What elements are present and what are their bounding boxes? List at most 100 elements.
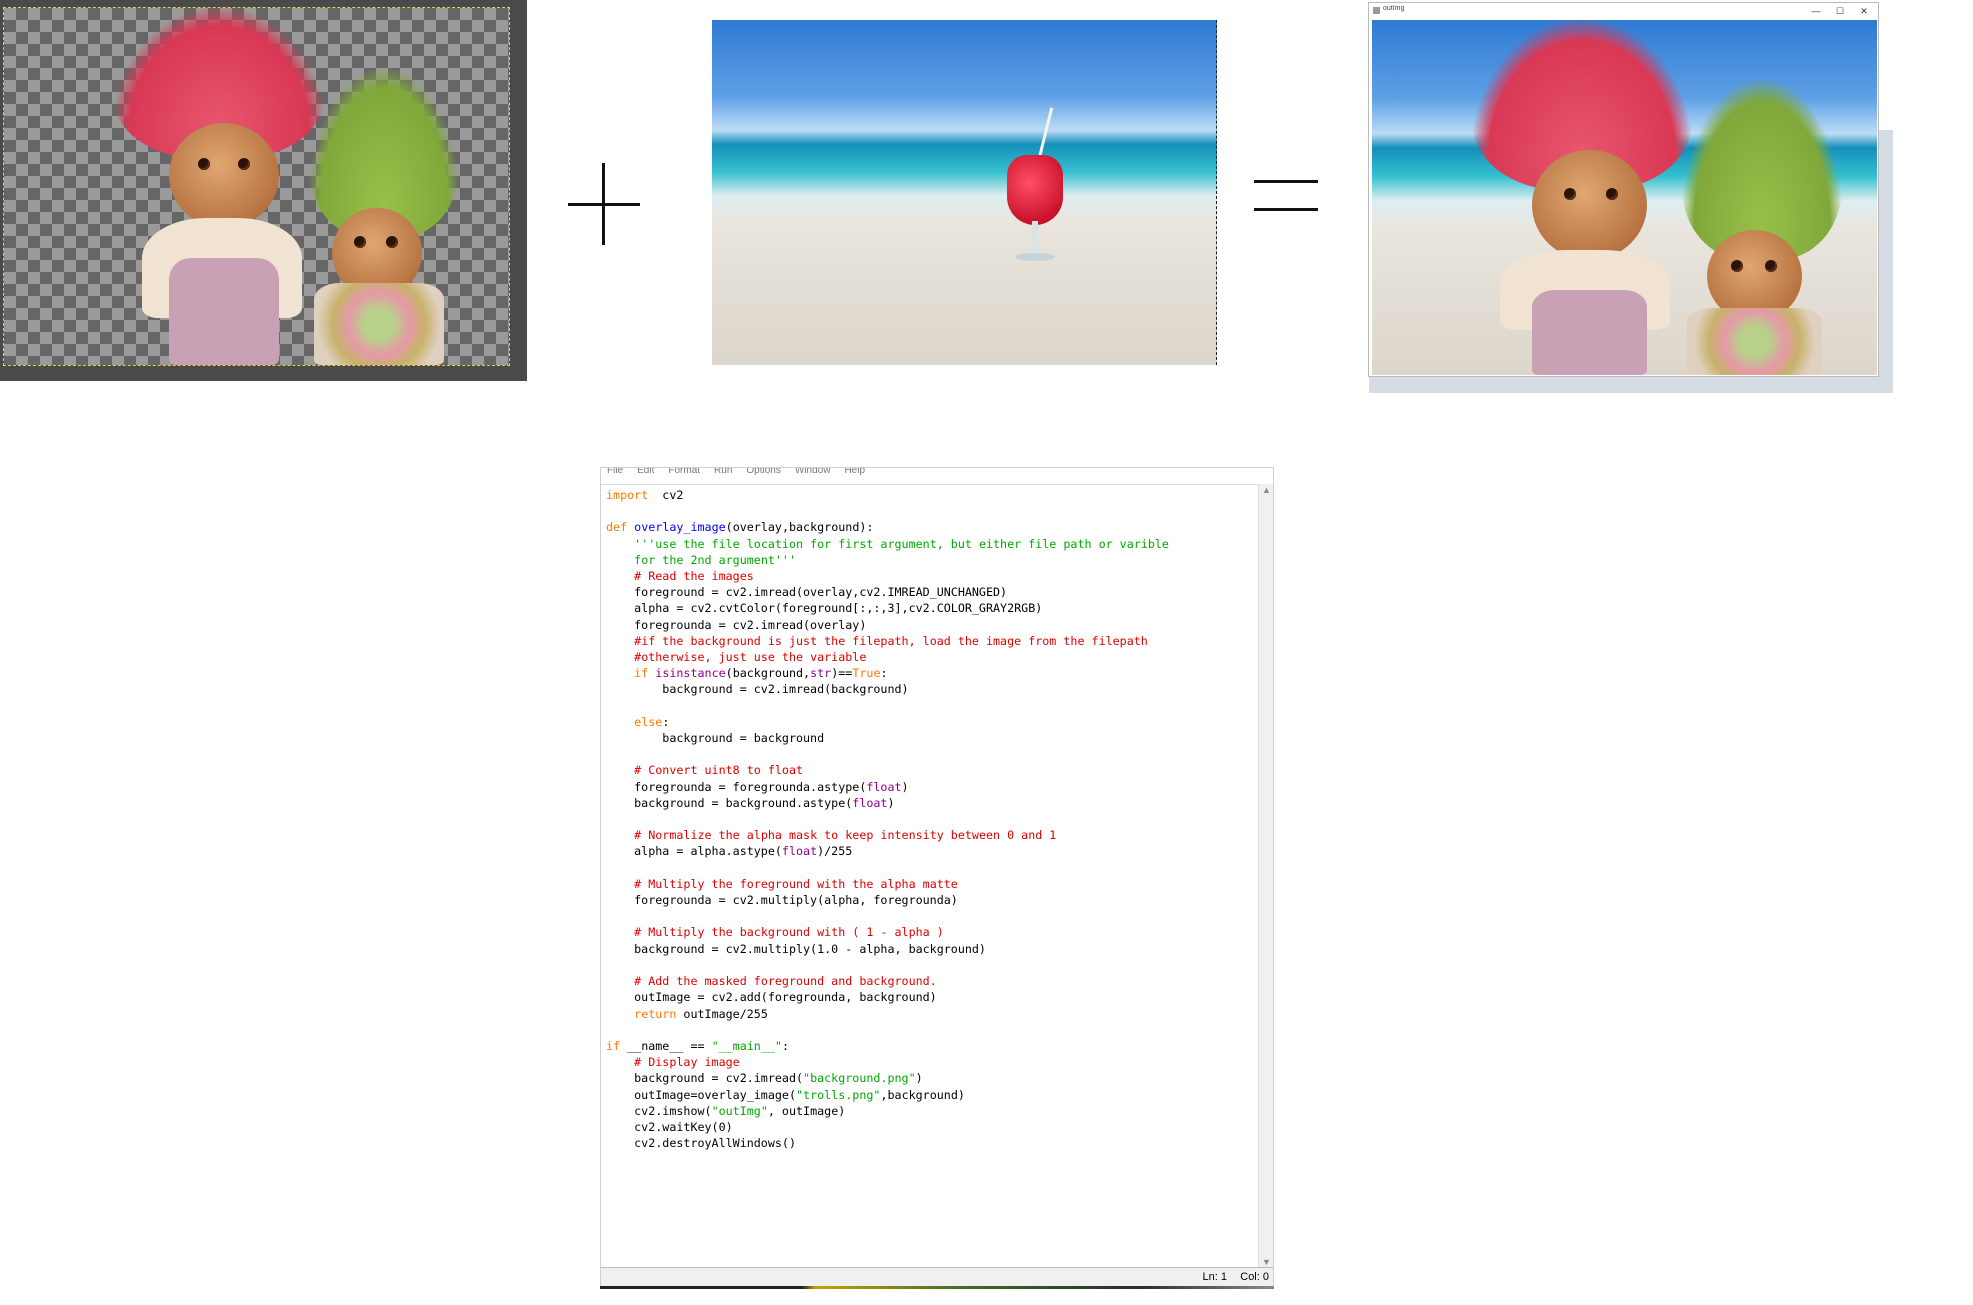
code-token-bi: float xyxy=(852,795,888,810)
code-token-kw: if xyxy=(634,666,649,681)
maximize-button[interactable]: ☐ xyxy=(1828,3,1852,19)
status-bar: Ln: 1 Col: 0 xyxy=(601,1267,1273,1288)
overlay-image-panel xyxy=(0,0,527,381)
code-token: background = cv2.multiply(1.0 - alpha, b… xyxy=(606,941,986,956)
code-line: #otherwise, just use the variable xyxy=(606,649,1258,665)
drink-glass-image xyxy=(1007,107,1063,265)
menu-item-run[interactable]: Run xyxy=(714,468,732,476)
code-token: foregrounda = cv2.imread(overlay) xyxy=(606,617,867,632)
code-token-cm: # Read the images xyxy=(634,569,754,584)
window-titlebar[interactable]: outImg — ☐ ✕ xyxy=(1369,3,1878,19)
code-line: alpha = alpha.astype(float)/255 xyxy=(606,843,1258,859)
vertical-scrollbar[interactable]: ▲ ▼ xyxy=(1258,484,1273,1268)
minimize-button[interactable]: — xyxy=(1804,3,1828,19)
code-token: outImage=overlay_image( xyxy=(606,1087,796,1102)
code-token-cm: # Convert uint8 to float xyxy=(634,763,804,778)
code-line: if __name__ == "__main__": xyxy=(606,1038,1258,1054)
code-token: cv2.imshow( xyxy=(606,1103,712,1118)
code-token: : xyxy=(781,1038,789,1053)
code-line: for the 2nd argument''' xyxy=(606,552,1258,568)
code-line: import cv2 xyxy=(606,487,1258,503)
composited-output-image xyxy=(1372,20,1877,375)
close-button[interactable]: ✕ xyxy=(1852,3,1876,19)
code-line: # Display image xyxy=(606,1054,1258,1070)
code-token: ) xyxy=(901,779,909,794)
code-line: return outImage/255 xyxy=(606,1006,1258,1022)
menu-item-help[interactable]: Help xyxy=(844,468,865,476)
code-token: cv2.waitKey(0) xyxy=(606,1119,733,1134)
menu-item-edit[interactable]: Edit xyxy=(637,468,654,476)
code-token: alpha = alpha.astype( xyxy=(606,844,782,859)
code-token-cm: # Add the masked foreground and backgrou… xyxy=(634,974,937,989)
code-line: # Add the masked foreground and backgrou… xyxy=(606,973,1258,989)
code-token: outImage/255 xyxy=(676,1006,768,1021)
code-token-st: "__main__" xyxy=(711,1038,782,1053)
code-line: cv2.imshow("outImg", outImage) xyxy=(606,1103,1258,1119)
green-haired-troll xyxy=(304,68,474,365)
code-token-st: "trolls.png" xyxy=(796,1087,881,1102)
line-number-indicator: Ln: 1 xyxy=(1202,1271,1227,1283)
code-line: background = cv2.imread("background.png"… xyxy=(606,1070,1258,1086)
pink-haired-troll xyxy=(1472,20,1702,375)
code-token: ) xyxy=(915,1071,923,1086)
code-line: foregrounda = cv2.imread(overlay) xyxy=(606,617,1258,633)
code-token: __name__ == xyxy=(620,1038,712,1053)
code-line: def overlay_image(overlay,background): xyxy=(606,519,1258,535)
code-token: )/255 xyxy=(817,844,853,859)
code-token-bi: isinstance xyxy=(655,666,726,681)
code-line: foregrounda = foregrounda.astype(float) xyxy=(606,779,1258,795)
code-line: background = cv2.imread(background) xyxy=(606,681,1258,697)
code-token: (background, xyxy=(725,666,811,681)
menu-item-file[interactable]: File xyxy=(607,468,623,476)
column-number-indicator: Col: 0 xyxy=(1240,1271,1269,1283)
code-token: alpha = cv2.cvtColor(foreground[:,:,3],c… xyxy=(606,601,1043,616)
code-line: background = background xyxy=(606,730,1258,746)
code-line: cv2.waitKey(0) xyxy=(606,1119,1258,1135)
menu-item-format[interactable]: Format xyxy=(668,468,700,476)
code-line: # Convert uint8 to float xyxy=(606,762,1258,778)
source-code[interactable]: import cv2 def overlay_image(overlay,bac… xyxy=(601,485,1258,1151)
code-line: # Read the images xyxy=(606,568,1258,584)
code-text-area[interactable]: import cv2 def overlay_image(overlay,bac… xyxy=(601,484,1258,1269)
menu-item-options[interactable]: Options xyxy=(746,468,780,476)
code-token: background = background.astype( xyxy=(606,795,853,810)
menu-bar: File Edit Format Run Options Window Help xyxy=(601,468,1279,478)
code-token-kw: if xyxy=(606,1038,621,1053)
code-token-kw: def xyxy=(606,520,628,535)
code-line: cv2.destroyAllWindows() xyxy=(606,1135,1258,1151)
code-token-fn: overlay_image xyxy=(634,520,726,535)
code-token: : xyxy=(880,666,888,681)
menu-item-window[interactable]: Window xyxy=(795,468,831,476)
code-token-bi: str xyxy=(810,666,832,681)
code-token: background = cv2.imread( xyxy=(606,1071,804,1086)
code-token-st: '''use the file location for first argum… xyxy=(634,536,1169,551)
code-token: , outImage) xyxy=(767,1103,846,1118)
scroll-down-icon[interactable]: ▼ xyxy=(1262,1257,1271,1267)
code-line: else: xyxy=(606,714,1258,730)
output-window: outImg — ☐ ✕ xyxy=(1369,3,1878,376)
taskbar-edge xyxy=(600,1286,1274,1289)
code-line: background = cv2.multiply(1.0 - alpha, b… xyxy=(606,941,1258,957)
code-line: #if the background is just the filepath,… xyxy=(606,633,1258,649)
scroll-up-icon[interactable]: ▲ xyxy=(1262,485,1271,495)
code-line: if isinstance(background,str)==True: xyxy=(606,665,1258,681)
code-token: background = cv2.imread(background) xyxy=(606,682,909,697)
code-token-st: "background.png" xyxy=(803,1071,916,1086)
